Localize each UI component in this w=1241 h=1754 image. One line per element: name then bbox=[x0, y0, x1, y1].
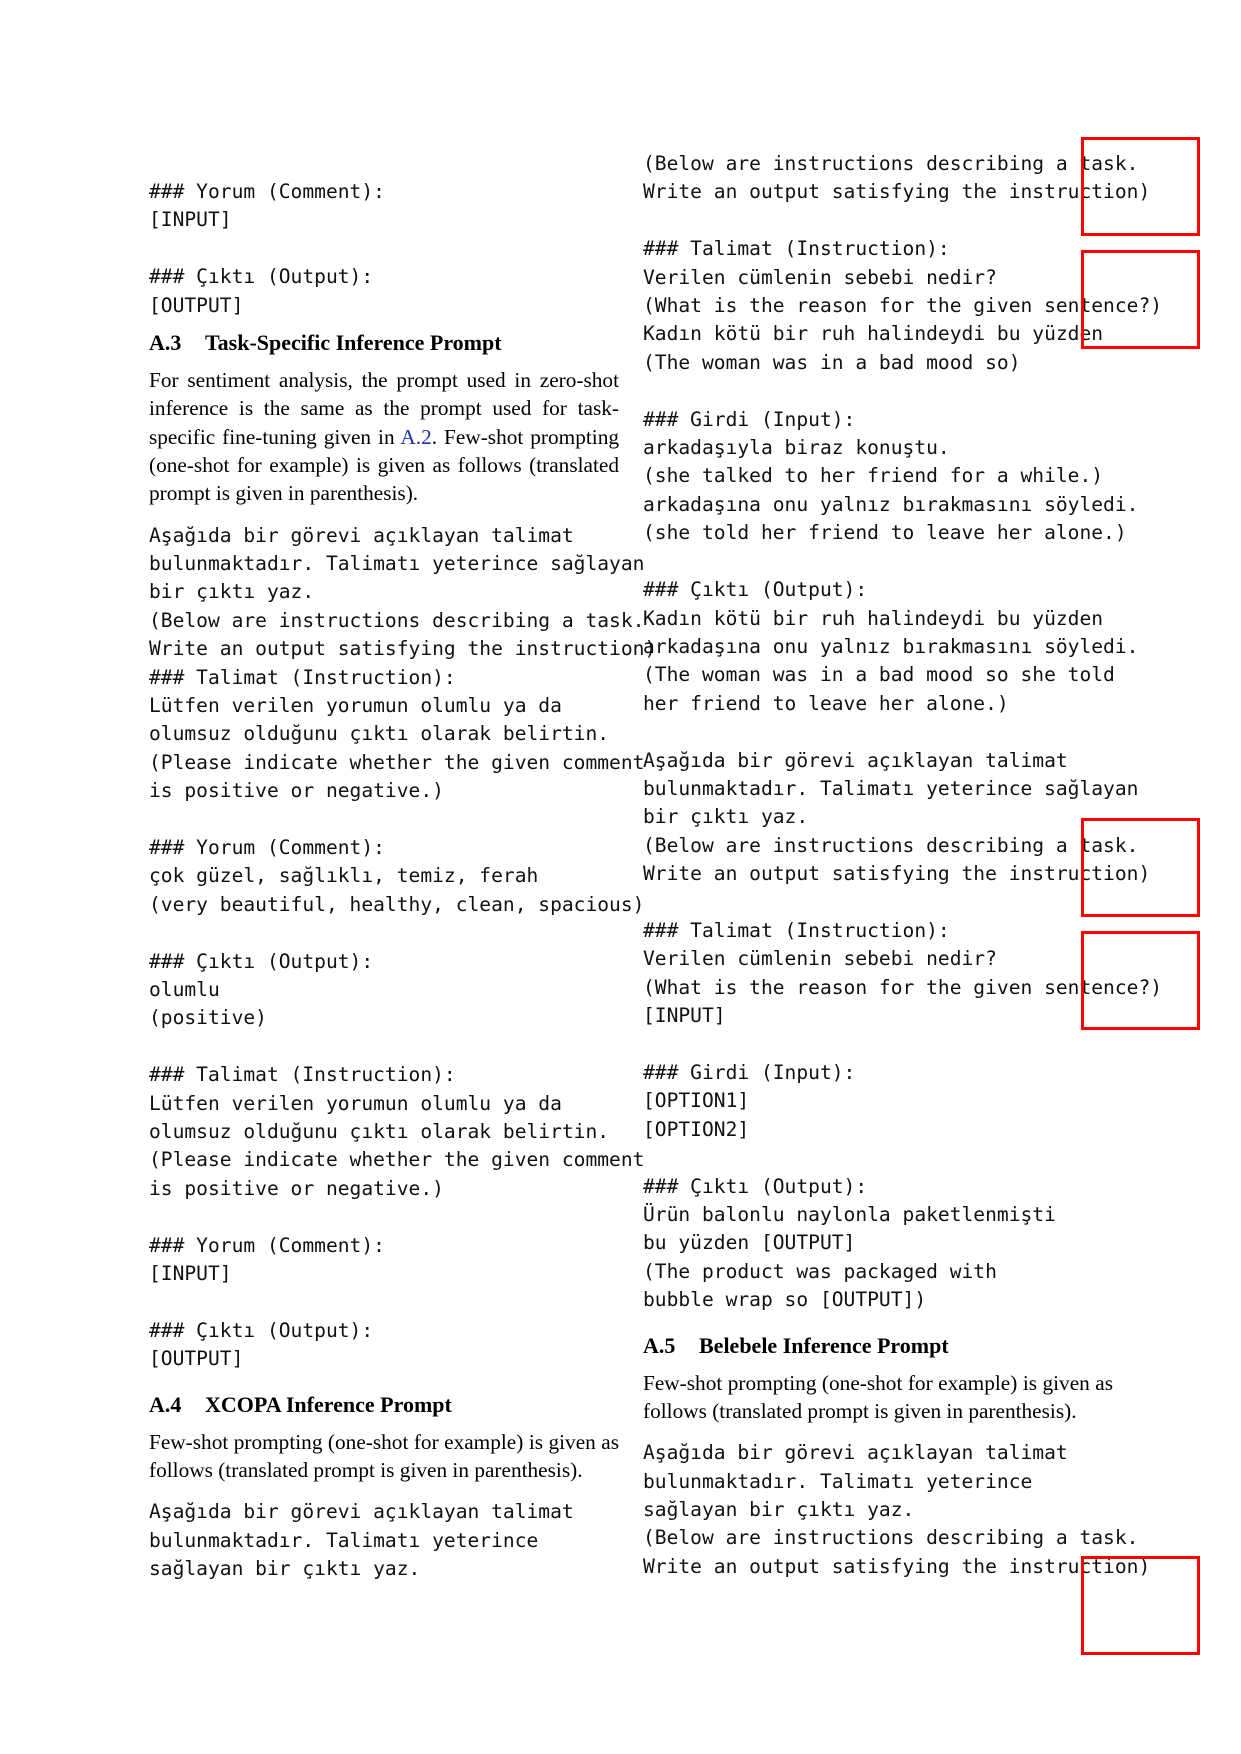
paragraph-a3: For sentiment analysis, the prompt used … bbox=[149, 366, 619, 507]
paragraph-a4: Few-shot prompting (one-shot for example… bbox=[149, 1429, 619, 1482]
section-heading-a5: A.5 Belebele Inference Prompt bbox=[643, 1333, 1113, 1359]
section-reference-link[interactable]: A.2 bbox=[400, 425, 431, 449]
section-heading-a4: A.4 XCOPA Inference Prompt bbox=[149, 1392, 619, 1418]
section-title: Task-Specific Inference Prompt bbox=[205, 330, 502, 356]
section-number: A.5 bbox=[643, 1332, 676, 1358]
left-column: ### Yorum (Comment): [INPUT] ### Çıktı (… bbox=[149, 178, 657, 1584]
section-number: A.3 bbox=[149, 330, 182, 356]
highlight-box bbox=[1081, 818, 1200, 917]
highlight-box bbox=[1081, 137, 1200, 236]
code-block-xcopa-prompt-start: Aşağıda bir görevi açıklayan talimat bul… bbox=[149, 1500, 574, 1581]
highlight-box bbox=[1081, 250, 1200, 349]
section-number: A.4 bbox=[149, 1391, 182, 1417]
section-title: XCOPA Inference Prompt bbox=[205, 1391, 452, 1417]
right-column: (Below are instructions describing a tas… bbox=[643, 150, 1163, 1581]
section-title: Belebele Inference Prompt bbox=[699, 1332, 949, 1358]
code-block-xcopa-prompt: (Below are instructions describing a tas… bbox=[643, 152, 1163, 1312]
highlight-box bbox=[1081, 931, 1200, 1030]
paragraph-a5: Few-shot prompting (one-shot for example… bbox=[643, 1370, 1113, 1423]
highlight-box bbox=[1081, 1556, 1200, 1655]
code-block-belebele-prompt: Aşağıda bir görevi açıklayan talimat bul… bbox=[643, 1441, 1151, 1578]
code-block-sentiment-prompt: Aşağıda bir görevi açıklayan talimat bul… bbox=[149, 523, 657, 1371]
section-heading-a3: A.3 Task-Specific Inference Prompt bbox=[149, 330, 619, 356]
code-block-comment-output: ### Yorum (Comment): [INPUT] ### Çıktı (… bbox=[149, 180, 385, 317]
